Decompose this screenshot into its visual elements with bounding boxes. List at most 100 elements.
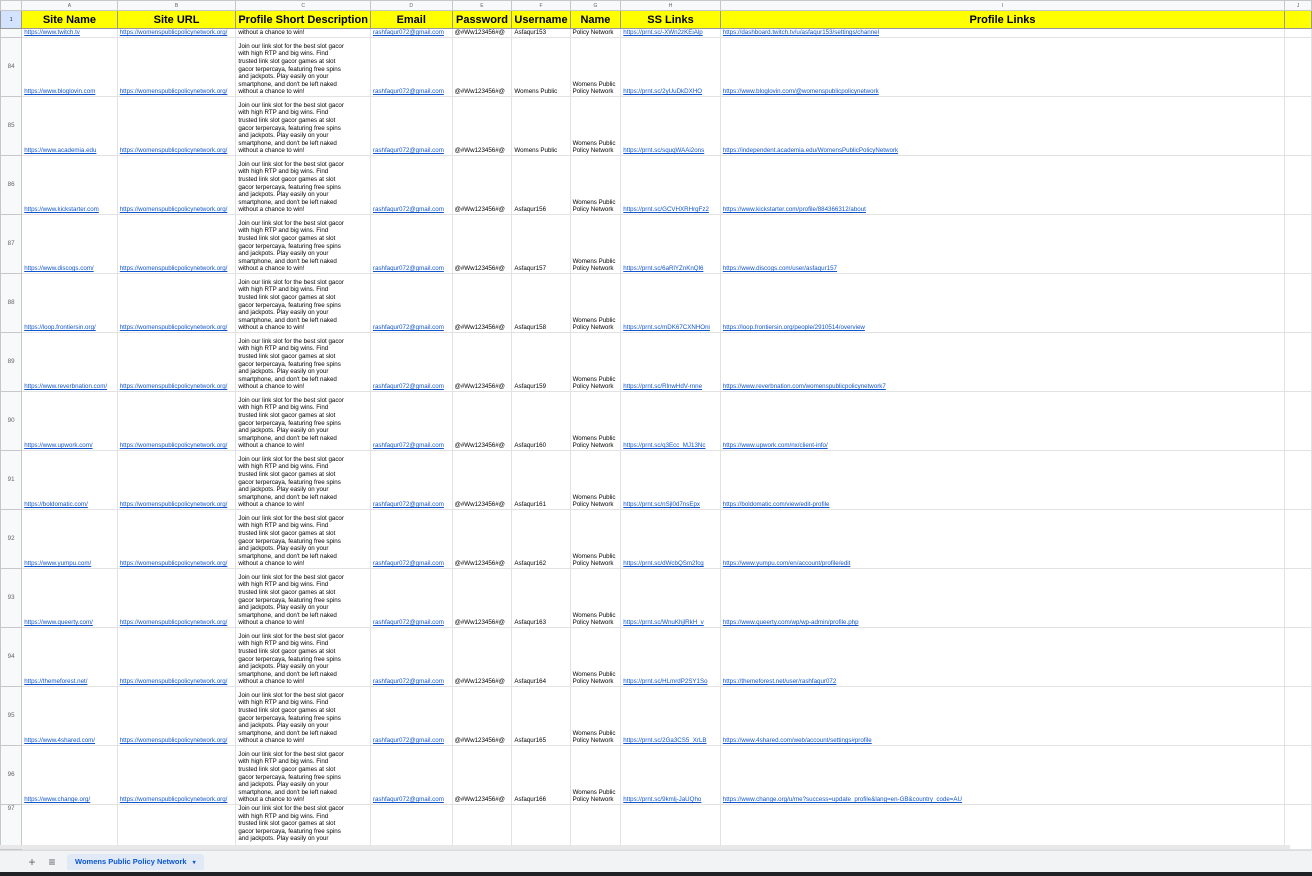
- empty-cell[interactable]: [1284, 214, 1312, 274]
- username-cell[interactable]: Asfaqur156: [511, 155, 571, 215]
- chevron-down-icon[interactable]: ▾: [193, 860, 196, 866]
- table-row[interactable]: 94 https://themeforest.net/https://womens…: [0, 627, 1312, 687]
- site-url-link[interactable]: https://womenspublicpolicynetwork.org/: [120, 442, 228, 449]
- password-cell[interactable]: @#Ww123456#@: [451, 96, 513, 156]
- name-cell[interactable]: Womens Public Policy Network: [569, 37, 622, 97]
- row-number[interactable]: 91: [0, 450, 23, 510]
- site-name-cell[interactable]: [21, 804, 118, 850]
- empty-cell[interactable]: [1284, 686, 1312, 746]
- profile-link[interactable]: https://boldomatic.com/view/edit-profile: [723, 501, 830, 508]
- row-number[interactable]: 88: [0, 273, 23, 333]
- empty-cell[interactable]: [1284, 28, 1312, 38]
- site-name-cell[interactable]: https://boldomatic.com/: [21, 450, 118, 510]
- email-link[interactable]: rashfaqur072@gmail.com: [373, 678, 444, 685]
- username-cell[interactable]: Asfaqur163: [511, 568, 571, 628]
- site-name-link[interactable]: https://themeforest.net/: [24, 678, 87, 685]
- site-name-cell[interactable]: https://loop.frontiersin.org/: [21, 273, 118, 333]
- row-number[interactable]: 96: [0, 745, 23, 805]
- ss-link[interactable]: https://prnt.sc/q3Ecc_MJ13Nc: [623, 442, 705, 449]
- empty-cell[interactable]: [1284, 332, 1312, 392]
- column-header-c[interactable]: C: [235, 0, 371, 11]
- row-number[interactable]: 92: [0, 509, 23, 569]
- description-cell[interactable]: Join our link slot for the best slot gac…: [235, 37, 371, 97]
- row-number[interactable]: 86: [0, 155, 23, 215]
- site-name-cell[interactable]: https://themeforest.net/: [21, 627, 118, 687]
- table-row[interactable]: 96 https://www.change.org/https://womensp…: [0, 745, 1312, 805]
- site-name-link[interactable]: https://www.change.org/: [24, 796, 90, 803]
- column-header-g[interactable]: G: [569, 0, 622, 11]
- password-cell[interactable]: @#Ww123456#@: [451, 273, 513, 333]
- username-cell[interactable]: Asfaqur165: [511, 686, 571, 746]
- site-url-cell[interactable]: https://womenspublicpolicynetwork.org/: [116, 37, 237, 97]
- table-row[interactable]: 88 https://loop.frontiersin.org/https://w…: [0, 273, 1312, 333]
- description-cell[interactable]: Join our link slot for the best slot gac…: [235, 391, 371, 451]
- site-name-link[interactable]: https://www.academia.edu: [24, 147, 96, 154]
- description-cell[interactable]: Join our link slot for the best slot gac…: [235, 568, 371, 628]
- header-cell[interactable]: Password: [451, 10, 513, 29]
- description-cell[interactable]: Join our link slot for the best slot gac…: [235, 509, 371, 569]
- horizontal-scrollbar[interactable]: [0, 845, 1290, 849]
- empty-cell[interactable]: [620, 804, 721, 850]
- table-row[interactable]: 90 https://www.upwork.com/https://womensp…: [0, 391, 1312, 451]
- empty-cell[interactable]: [511, 804, 571, 850]
- name-cell[interactable]: Womens Public Policy Network: [569, 332, 622, 392]
- site-name-link[interactable]: https://www.kickstarter.com: [24, 206, 99, 213]
- empty-cell[interactable]: [1284, 745, 1312, 805]
- password-cell[interactable]: @#Ww123456#@: [451, 509, 513, 569]
- column-header-a[interactable]: A: [21, 0, 118, 11]
- email-cell[interactable]: rashfaqur072@gmail.com: [369, 155, 453, 215]
- email-cell[interactable]: rashfaqur072@gmail.com: [369, 391, 453, 451]
- profile-link[interactable]: https://www.reverbnation.com/womenspubli…: [723, 383, 886, 390]
- ss-link[interactable]: https://prnt.sc/mDK67CXNHOni: [623, 324, 710, 331]
- site-url-link[interactable]: https://womenspublicpolicynetwork.org/: [120, 501, 228, 508]
- description-cell[interactable]: Join our link slot for the best slot gac…: [235, 745, 371, 805]
- ss-link-cell[interactable]: https://prnt.sc/9kmlj-JaUQho: [620, 745, 721, 805]
- table-row[interactable]: 89 https://www.reverbnation.com/https://w…: [0, 332, 1312, 392]
- profile-link-cell[interactable]: https://www.queerty.com/wp/wp-admin/prof…: [719, 568, 1286, 628]
- email-link[interactable]: rashfaqur072@gmail.com: [373, 265, 444, 272]
- site-url-cell[interactable]: https://womenspublicpolicynetwork.org/: [116, 568, 237, 628]
- profile-link-cell[interactable]: https://www.reverbnation.com/womenspubli…: [719, 332, 1286, 392]
- email-cell[interactable]: rashfaqur072@gmail.com: [369, 273, 453, 333]
- profile-link-cell[interactable]: https://www.change.org/u/me?success=upda…: [719, 745, 1286, 805]
- ss-link-cell[interactable]: https://prnt.sc/GCVHXRHrgFz2: [620, 155, 721, 215]
- site-url-link[interactable]: https://womenspublicpolicynetwork.org/: [120, 678, 228, 685]
- profile-link-cell[interactable]: https://www.bloglovin.com/@womenspublicp…: [719, 37, 1286, 97]
- password-cell[interactable]: @#Ww123456#@: [451, 686, 513, 746]
- row-number[interactable]: 94: [0, 627, 23, 687]
- empty-cell[interactable]: [451, 804, 513, 850]
- header-cell[interactable]: Name: [569, 10, 622, 29]
- name-cell[interactable]: Womens Public Policy Network: [569, 509, 622, 569]
- profile-link-cell[interactable]: https://loop.frontiersin.org/people/2910…: [719, 273, 1286, 333]
- email-cell[interactable]: rashfaqur072@gmail.com: [369, 686, 453, 746]
- profile-link[interactable]: https://independent.academia.edu/WomensP…: [723, 147, 898, 154]
- ss-link-cell[interactable]: https://prnt.sc/2Ga3CS5_XrLB: [620, 686, 721, 746]
- table-row[interactable]: 95 https://www.4shared.com/https://womens…: [0, 686, 1312, 746]
- name-cell[interactable]: Womens Public Policy Network: [569, 155, 622, 215]
- ss-link-cell[interactable]: https://prnt.sc/RlnwHdV-rnne: [620, 332, 721, 392]
- site-url-cell[interactable]: [116, 804, 237, 850]
- email-link[interactable]: rashfaqur072@gmail.com: [373, 560, 444, 567]
- site-name-link[interactable]: https://boldomatic.com/: [24, 501, 88, 508]
- ss-link[interactable]: https://prnt.sc/6aRlYZnKnQl6: [623, 265, 703, 272]
- all-sheets-menu-icon[interactable]: ≡: [44, 855, 60, 869]
- header-cell[interactable]: Email: [369, 10, 453, 29]
- username-cell[interactable]: Asfaqur161: [511, 450, 571, 510]
- table-row[interactable]: 85 https://www.academia.edu https://womens…: [0, 96, 1312, 156]
- profile-link[interactable]: https://dashboard.twitch.tv/u/asfaqur153…: [723, 30, 879, 37]
- empty-cell[interactable]: [1284, 509, 1312, 569]
- ss-link-cell[interactable]: https://prnt.sc/WnuKhjlRkH_v: [620, 568, 721, 628]
- email-link[interactable]: rashfaqur072@gmail.com: [373, 442, 444, 449]
- profile-link-cell[interactable]: https://www.yumpu.com/en/account/profile…: [719, 509, 1286, 569]
- site-url-cell[interactable]: https://womenspublicpolicynetwork.org/: [116, 391, 237, 451]
- email-link[interactable]: rashfaqur072@gmail.com: [373, 619, 444, 626]
- description-cell[interactable]: Join our link slot for the best slot gac…: [235, 273, 371, 333]
- email-cell[interactable]: rashfaqur072@gmail.com: [369, 214, 453, 274]
- email-cell[interactable]: rashfaqur072@gmail.com: [369, 96, 453, 156]
- profile-link-cell[interactable]: https://www.upwork.com/nx/client-info/: [719, 391, 1286, 451]
- table-row[interactable]: 92 https://www.yumpu.com/https://womenspu…: [0, 509, 1312, 569]
- ss-link[interactable]: https://prnt.sc/nSjl0d7nsEpx: [623, 501, 700, 508]
- site-url-link[interactable]: https://womenspublicpolicynetwork.org/: [120, 147, 228, 154]
- add-sheet-icon[interactable]: +: [24, 855, 40, 869]
- name-cell[interactable]: Womens Public Policy Network: [569, 686, 622, 746]
